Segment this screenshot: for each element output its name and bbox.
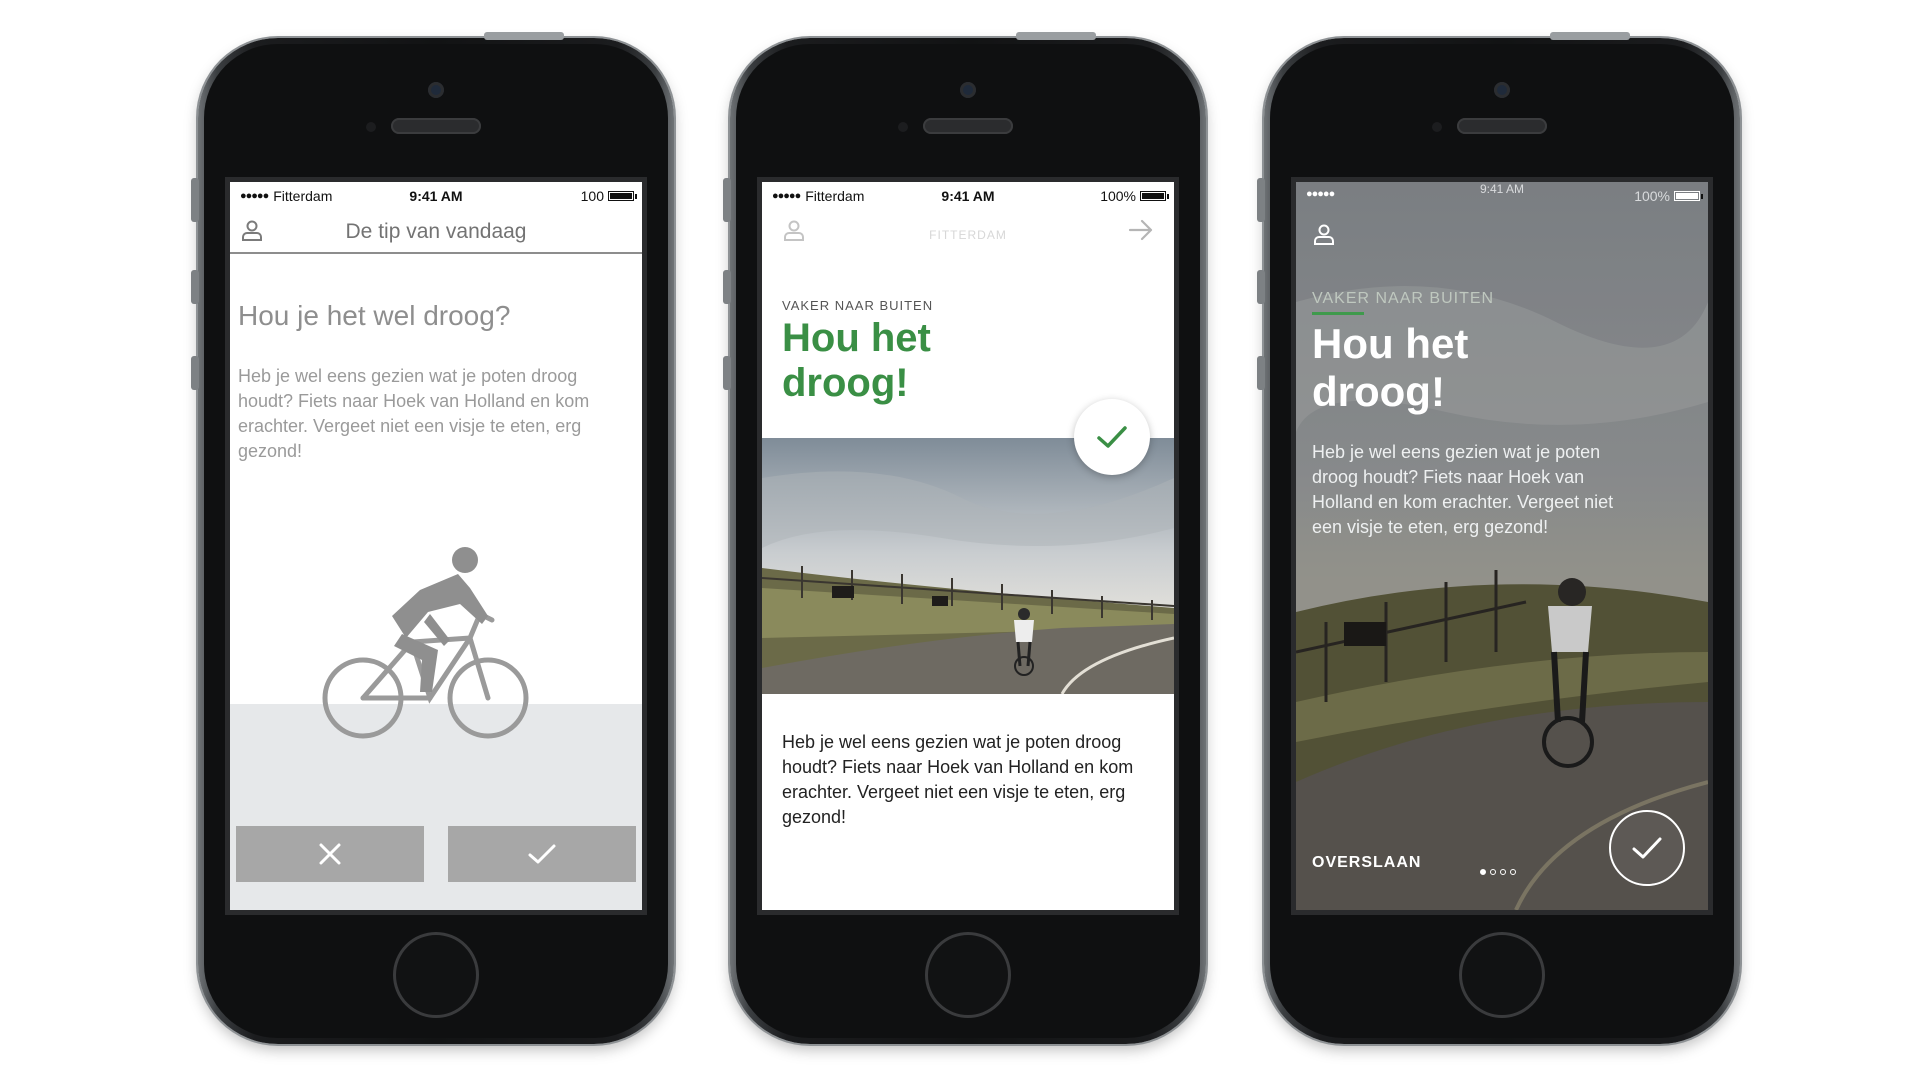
tip-body: Heb je wel eens gezien wat je poten droo… [238,366,590,461]
category-label: VAKER NAAR BUITEN [1312,290,1495,307]
battery-level [610,193,632,199]
tip-heading: Hou je het wel droog? [238,300,511,331]
volume-down-button [1257,356,1265,390]
status-bar: ●●●●● Fitterdam 9:41 AM 100% [762,182,1174,208]
status-bar: ●●●●● 9:41 AM 100% [1296,182,1708,208]
home-button [925,932,1011,1018]
check-icon [1632,837,1662,859]
status-bar: ●●●●● Fitterdam 9:41 AM 100 [230,182,642,208]
mute-switch [723,178,731,222]
earpiece-speaker [923,118,1013,134]
app-header: FITTERDAM [762,210,1174,254]
skip-button[interactable]: OVERSLAAN [1312,854,1421,872]
earpiece-speaker [391,118,481,134]
phone-2: ●●●●● Fitterdam 9:41 AM 100% FITTERDAM V… [723,32,1206,1044]
page-dot [1510,869,1516,875]
home-button [393,932,479,1018]
tip-body: Heb je wel eens gezien wat je poten droo… [1312,442,1614,537]
arrow-right-icon[interactable] [1128,218,1154,242]
battery-icon [608,191,637,201]
front-camera [1494,82,1510,98]
proximity-sensor [898,122,908,132]
front-camera [428,82,444,98]
proximity-sensor [366,122,376,132]
phone-3: ●●●●● 9:41 AM 100% VAKER NAAR BUITEN Hou… [1257,32,1740,1044]
battery-icon [1140,191,1169,201]
app-header: De tip van vandaag [230,210,642,254]
volume-up-button [1257,270,1265,304]
tip-body: Heb je wel eens gezien wat je poten droo… [782,732,1134,827]
battery-level [1676,193,1698,199]
volume-down-button [191,356,199,390]
sleep-button [1550,32,1630,40]
accept-button[interactable] [1074,399,1150,475]
check-icon [1097,426,1127,448]
page-indicator [1480,869,1516,875]
volume-up-button [723,270,731,304]
volume-down-button [723,356,731,390]
close-icon [319,843,341,865]
tip-heading: Hou het droog! [782,316,931,405]
accept-button[interactable] [1609,810,1685,886]
user-icon[interactable] [1312,222,1336,246]
accept-button[interactable] [448,826,636,882]
home-button [1459,932,1545,1018]
phone-1: ●●●●● Fitterdam 9:41 AM 100 De tip van v… [191,32,674,1044]
page-title: De tip van vandaag [345,220,527,243]
screen-tip-of-the-day: ●●●●● Fitterdam 9:41 AM 100 De tip van v… [230,182,642,910]
volume-up-button [191,270,199,304]
sleep-button [484,32,564,40]
battery-icon [1674,191,1703,201]
earpiece-speaker [1457,118,1547,134]
check-icon [528,844,556,864]
battery-level [1142,193,1164,199]
proximity-sensor [1432,122,1442,132]
battery-percent: 100 [580,188,604,204]
reject-button[interactable] [236,826,424,882]
page-dot [1500,869,1506,875]
sleep-button [1016,32,1096,40]
screen-tip-detail: ●●●●● Fitterdam 9:41 AM 100% FITTERDAM V… [762,182,1174,910]
mute-switch [191,178,199,222]
category-underline [1312,312,1364,315]
page-dot [1490,869,1496,875]
front-camera [960,82,976,98]
category-label: VAKER NAAR BUITEN [782,298,934,313]
screen-tip-fullscreen: ●●●●● 9:41 AM 100% VAKER NAAR BUITEN Hou… [1296,182,1708,910]
brand-label: FITTERDAM [929,228,1007,242]
mute-switch [1257,178,1265,222]
cycling-photo [762,438,1174,694]
page-dot [1480,869,1486,875]
battery-percent: 100% [1100,188,1136,204]
cyclist-icon [322,547,529,739]
tip-heading: Hou het droog! [1312,320,1469,415]
battery-percent: 100% [1634,188,1670,204]
